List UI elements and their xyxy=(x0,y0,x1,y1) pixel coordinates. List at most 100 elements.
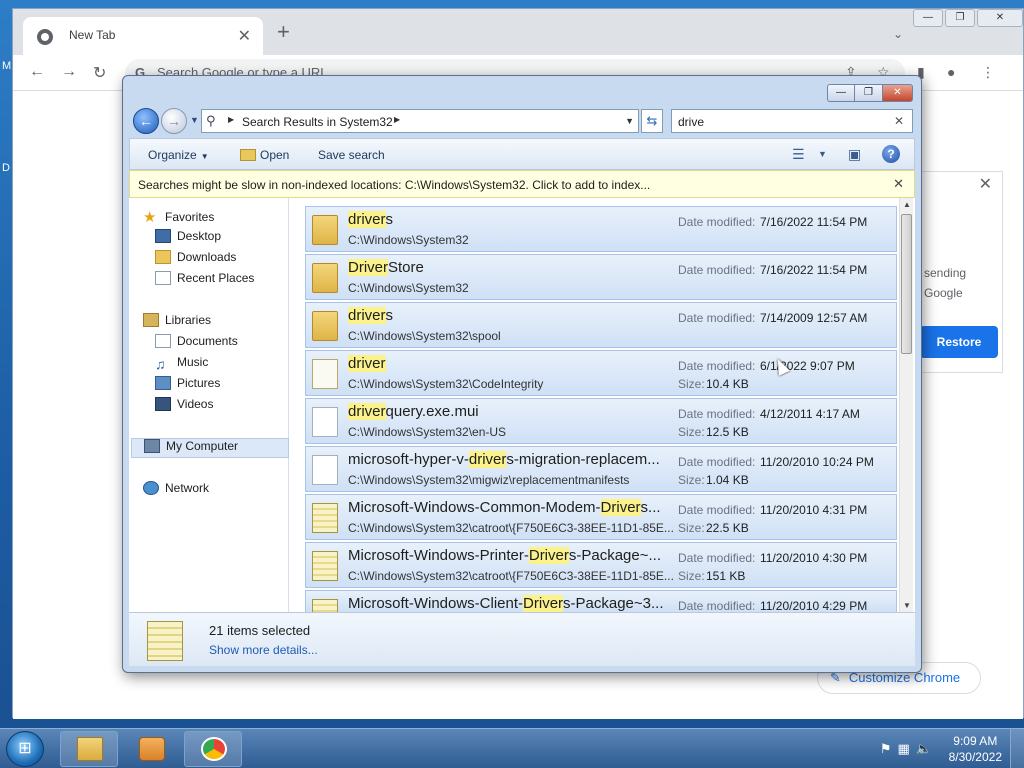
nav-label: Pictures xyxy=(177,376,221,390)
list-item[interactable]: drivers C:\Windows\System32 Date modifie… xyxy=(305,206,897,252)
catalog-file-icon xyxy=(312,551,338,581)
list-item[interactable]: microsoft-hyper-v-drivers-migration-repl… xyxy=(305,446,897,492)
explorer-window-controls: — ❐ ✕ xyxy=(827,84,913,102)
details-pane: 21 items selected Show more details... xyxy=(129,612,915,666)
help-icon[interactable]: ? xyxy=(882,145,900,163)
date-modified-value: 7/16/2022 11:54 PM xyxy=(760,215,868,229)
search-input[interactable]: drive ✕ xyxy=(671,109,913,133)
item-path: C:\Windows\System32\CodeIntegrity xyxy=(348,377,544,391)
chrome-maximize-button[interactable]: ❐ xyxy=(945,9,975,27)
explorer-maximize-button[interactable]: ❐ xyxy=(855,84,883,102)
list-item[interactable]: Microsoft-Windows-Common-Modem-Drivers..… xyxy=(305,494,897,540)
item-name: microsoft-hyper-v-drivers-migration-repl… xyxy=(348,451,660,468)
desktop-left-edge: M D xyxy=(0,56,12,186)
nav-favorites[interactable]: ★ Favorites xyxy=(143,208,301,228)
organize-chevron-icon: ▼ xyxy=(200,152,209,161)
list-item[interactable]: driverquery.exe.mui C:\Windows\System32\… xyxy=(305,398,897,444)
scroll-up-icon[interactable]: ▲ xyxy=(903,200,911,209)
explorer-minimize-button[interactable]: — xyxy=(827,84,855,102)
list-item[interactable]: DriverStore C:\Windows\System32 Date mod… xyxy=(305,254,897,300)
taskbar-explorer-button[interactable] xyxy=(60,731,118,767)
change-view-icon[interactable]: ☰ xyxy=(792,146,805,163)
downloads-folder-icon xyxy=(155,250,171,264)
date-modified-value: 4/12/2011 4:17 AM xyxy=(760,407,860,421)
explorer-folder-icon xyxy=(77,737,103,761)
forward-arrow-icon[interactable]: → xyxy=(161,108,187,134)
computer-icon xyxy=(144,439,160,453)
item-name: drivers xyxy=(348,211,394,228)
show-more-details-link[interactable]: Show more details... xyxy=(209,643,318,657)
back-arrow-icon[interactable]: ← xyxy=(133,108,159,134)
results-scrollbar[interactable]: ▲ ▼ xyxy=(899,198,913,612)
address-bar[interactable]: ⚲ ▶ Search Results in System32 ▶ ▼ xyxy=(201,109,639,133)
restore-card-close-icon[interactable]: ✕ xyxy=(979,174,992,194)
index-info-bar[interactable]: Searches might be slow in non-indexed lo… xyxy=(129,170,915,198)
list-item[interactable]: drivers C:\Windows\System32\spool Date m… xyxy=(305,302,897,348)
restore-card-text-1: sending xyxy=(924,266,967,280)
breadcrumb[interactable]: Search Results in System32 xyxy=(242,115,393,129)
chrome-forward-icon[interactable]: → xyxy=(61,63,77,81)
taskbar-media-player-button[interactable] xyxy=(122,731,180,767)
chrome-minimize-button[interactable]: — xyxy=(913,9,943,27)
size-value: 10.4 KB xyxy=(706,377,749,391)
date-modified-value: 11/20/2010 4:31 PM xyxy=(760,503,868,517)
info-bar-message: Searches might be slow in non-indexed lo… xyxy=(138,178,651,192)
nav-my-computer[interactable]: My Computer xyxy=(131,438,289,458)
breadcrumb-separator-icon[interactable]: ▶ xyxy=(228,115,234,124)
breadcrumb-separator-icon[interactable]: ▶ xyxy=(394,115,400,124)
tab-search-chevron-icon[interactable]: ⌄ xyxy=(893,27,903,41)
item-name: Microsoft-Windows-Common-Modem-Drivers..… xyxy=(348,499,661,516)
explorer-window: — ❐ ✕ ← → ▼ ⚲ ▶ Search Results in System… xyxy=(122,75,922,673)
preview-pane-icon[interactable]: ▣ xyxy=(848,146,861,163)
chrome-menu-icon[interactable]: ⋮ xyxy=(981,64,995,81)
list-item[interactable]: Microsoft-Windows-Client-Drivers-Package… xyxy=(305,590,897,612)
restore-button[interactable]: Restore xyxy=(920,326,998,358)
view-options-chevron-icon[interactable]: ▼ xyxy=(818,149,827,159)
scroll-thumb[interactable] xyxy=(901,214,912,354)
volume-icon[interactable]: 🔈 xyxy=(916,741,938,756)
clock[interactable]: 9:09 AM 8/30/2022 xyxy=(949,733,1002,765)
item-path: C:\Windows\System32 xyxy=(348,233,469,247)
clear-search-icon[interactable]: ✕ xyxy=(894,114,904,128)
show-desktop-button[interactable] xyxy=(1010,729,1024,768)
action-center-flag-icon[interactable]: ⚑ xyxy=(880,741,898,756)
nav-label: Videos xyxy=(177,397,214,411)
info-bar-close-icon[interactable]: ✕ xyxy=(893,176,904,192)
tab-title: New Tab xyxy=(69,28,116,42)
start-button[interactable]: ⊞ xyxy=(6,731,44,767)
save-search-button[interactable]: Save search xyxy=(318,148,385,162)
search-input-value: drive xyxy=(678,115,705,129)
taskbar-chrome-button[interactable] xyxy=(184,731,242,767)
network-icon xyxy=(143,481,159,495)
organize-button[interactable]: Organize ▼ xyxy=(148,148,209,162)
profile-avatar-icon[interactable]: ● xyxy=(947,64,955,80)
list-item[interactable]: Microsoft-Windows-Printer-Drivers-Packag… xyxy=(305,542,897,588)
network-tray-icon[interactable]: ▦ xyxy=(898,741,916,756)
address-dropdown-icon[interactable]: ▼ xyxy=(625,116,634,126)
chrome-reload-icon[interactable]: ↻ xyxy=(93,63,106,83)
refresh-icon[interactable]: ⇆ xyxy=(641,109,663,133)
nav-label: Documents xyxy=(177,334,238,348)
nav-network[interactable]: Network xyxy=(143,481,301,501)
chrome-back-icon[interactable]: ← xyxy=(29,63,45,81)
explorer-close-button[interactable]: ✕ xyxy=(883,84,913,102)
date-modified-value: 11/20/2010 10:24 PM xyxy=(760,455,874,469)
catalog-file-icon xyxy=(312,503,338,533)
new-tab-button[interactable]: + xyxy=(277,21,290,43)
nav-libraries[interactable]: Libraries xyxy=(143,313,301,333)
tab-new-tab[interactable]: New Tab ✕ xyxy=(23,17,263,55)
open-folder-icon xyxy=(240,149,256,161)
tab-close-icon[interactable]: ✕ xyxy=(238,26,251,46)
item-path: C:\Windows\System32\catroot\{F750E6C3-38… xyxy=(348,521,674,535)
list-item[interactable]: driver C:\Windows\System32\CodeIntegrity… xyxy=(305,350,897,396)
chrome-close-button[interactable]: ✕ xyxy=(977,9,1023,27)
item-path: C:\Windows\System32\en-US xyxy=(348,425,507,439)
open-button[interactable]: Open xyxy=(240,148,289,162)
scroll-down-icon[interactable]: ▼ xyxy=(903,601,911,610)
recent-pages-chevron-icon[interactable]: ▼ xyxy=(190,115,199,125)
search-results-list: drivers C:\Windows\System32 Date modifie… xyxy=(289,198,915,612)
nav-label: My Computer xyxy=(166,439,239,453)
date-modified-label: Date modified: xyxy=(678,599,756,612)
date-modified-label: Date modified: xyxy=(678,215,756,229)
catalog-file-icon xyxy=(312,599,338,612)
